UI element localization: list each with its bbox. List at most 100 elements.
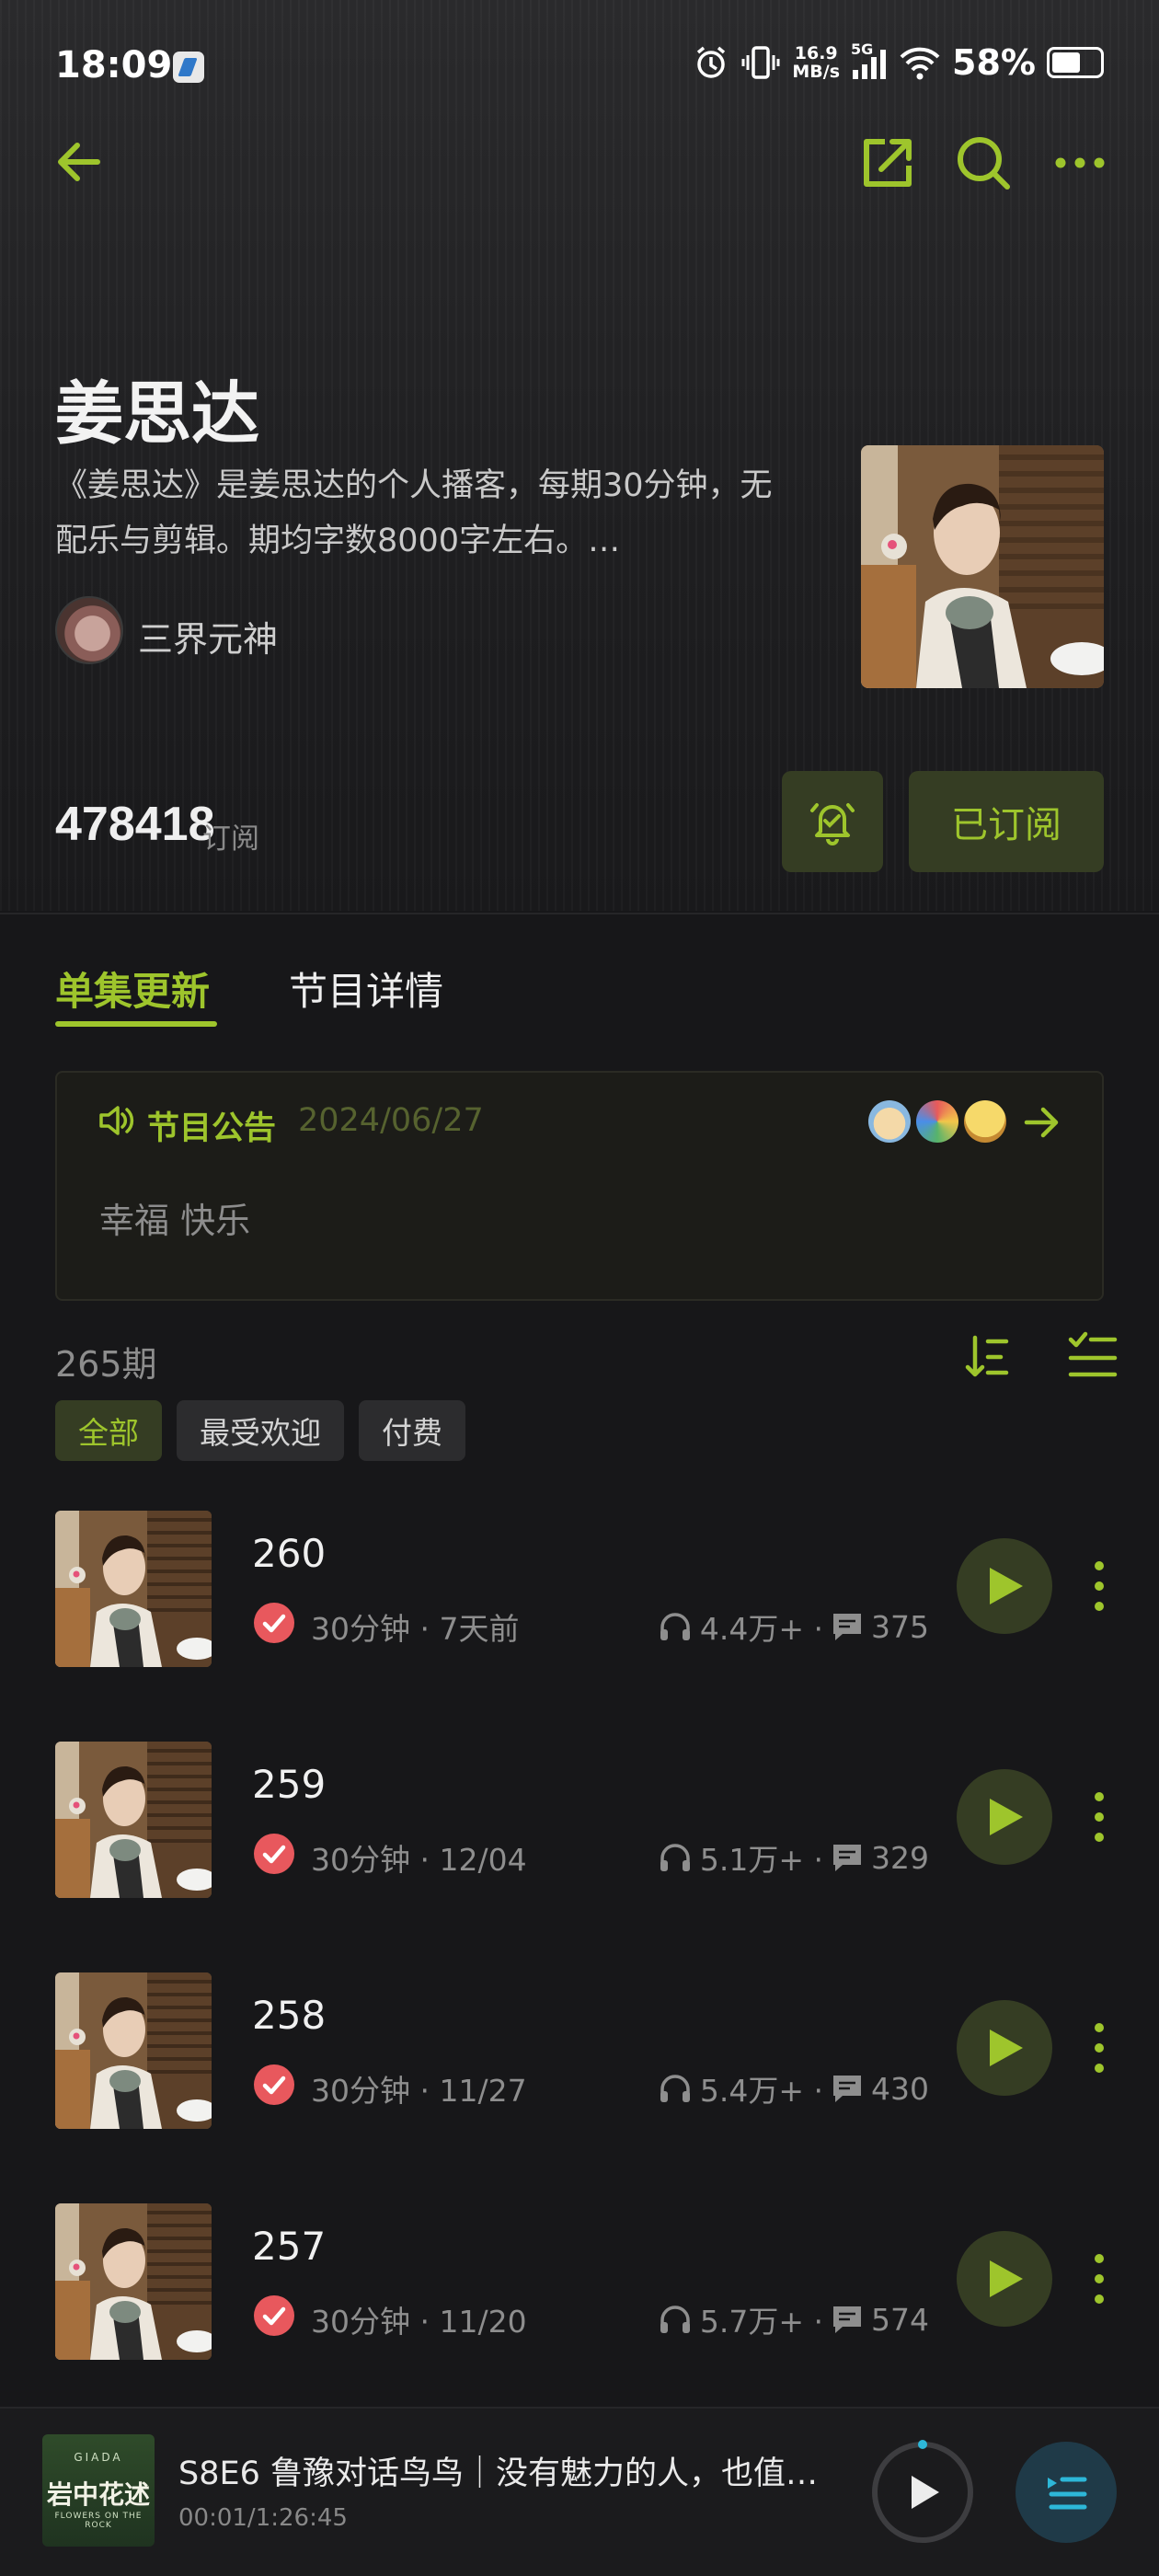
episode-row[interactable]: 259 30分钟 · 12/04 5.1万+ · 329	[0, 1742, 1159, 1972]
back-arrow-icon[interactable]	[53, 136, 105, 188]
episode-thumbnail	[55, 1972, 212, 2129]
more-vertical-icon	[1095, 1561, 1104, 1611]
wifi-icon	[900, 47, 940, 80]
episode-row[interactable]: 257 30分钟 · 11/20 5.7万+ · 574	[0, 2203, 1159, 2433]
episode-meta: 30分钟 · 11/20	[311, 2304, 527, 2340]
episode-row[interactable]: 260 30分钟 · 7天前 4.4万+ · 375	[0, 1511, 1159, 1741]
search-icon[interactable]	[953, 132, 1014, 193]
announcement-date: 2024/06/27	[298, 1102, 484, 1139]
episode-more-button[interactable]	[1085, 1789, 1113, 1845]
announcement-label: 节目公告	[147, 1110, 277, 1147]
thumbs-up-emoji-icon	[868, 1100, 911, 1143]
played-check-icon	[254, 1603, 294, 1643]
playlist-button[interactable]	[1016, 2442, 1117, 2543]
episode-stats: 5.4万+ · 430	[658, 2066, 929, 2110]
comment-icon	[833, 2076, 861, 2102]
tab-details[interactable]: 节目详情	[289, 960, 443, 1017]
episode-stats: 5.7万+ · 574	[658, 2297, 929, 2341]
speaker-icon	[99, 1106, 134, 1135]
played-check-icon	[254, 2064, 294, 2105]
comment-icon	[833, 2306, 861, 2333]
episode-row[interactable]: 258 30分钟 · 11/27 5.4万+ · 430	[0, 1972, 1159, 2202]
episode-thumbnail	[55, 1742, 212, 1898]
podcast-description[interactable]: 《姜思达》是姜思达的个人播客，每期30分钟，无 配乐与剪辑。期均字数8000字左…	[55, 458, 846, 569]
announcement-text: 幸福 快乐	[99, 1201, 251, 1241]
bell-icon	[810, 803, 855, 845]
comment-count: 430	[871, 2070, 929, 2107]
episode-play-button[interactable]	[957, 1769, 1052, 1865]
multi-select-icon[interactable]	[1067, 1330, 1119, 1380]
episode-play-button[interactable]	[957, 2000, 1052, 2096]
subscriber-label: 订阅	[202, 822, 259, 856]
more-icon[interactable]	[1054, 155, 1106, 171]
filter-all[interactable]: 全部	[55, 1400, 162, 1461]
episode-stats: 4.4万+ · 375	[658, 1604, 929, 1649]
status-time: 18:09	[55, 44, 173, 86]
arrow-right-icon[interactable]	[1023, 1104, 1061, 1141]
party-popper-emoji-icon	[916, 1100, 958, 1143]
notification-bell-button[interactable]	[782, 771, 883, 872]
comment-count: 375	[871, 1608, 929, 1645]
headphones-icon	[660, 2075, 690, 2102]
filter-paid[interactable]: 付费	[359, 1400, 465, 1461]
author-avatar[interactable]	[55, 596, 123, 664]
mini-player-play-button[interactable]	[872, 2442, 973, 2543]
play-icon	[990, 2260, 1023, 2297]
play-icon	[912, 2476, 939, 2509]
subscribed-button[interactable]: 已订阅	[909, 771, 1104, 872]
episode-play-button[interactable]	[957, 2231, 1052, 2327]
play-count: 5.4万+ ·	[699, 2073, 823, 2109]
played-check-icon	[254, 2295, 294, 2336]
play-count: 5.7万+ ·	[699, 2304, 823, 2340]
battery-icon	[1047, 47, 1104, 78]
now-playing-artwork: GIADA 岩中花述 FLOWERS ON THE ROCK	[42, 2434, 155, 2547]
episode-title: 260	[252, 1531, 327, 1576]
episode-count: 265期	[55, 1344, 157, 1385]
tab-indicator	[55, 1021, 217, 1027]
episode-more-button[interactable]	[1085, 2020, 1113, 2076]
description-line: 配乐与剪辑。期均字数8000字左右。…	[55, 523, 621, 559]
tab-episodes[interactable]: 单集更新	[55, 960, 210, 1017]
more-vertical-icon	[1095, 2023, 1104, 2073]
episode-thumbnail	[55, 2203, 212, 2360]
episode-stats: 5.1万+ · 329	[658, 1835, 929, 1880]
author-name[interactable]: 三界元神	[138, 611, 278, 661]
episode-meta: 30分钟 · 11/27	[311, 2073, 527, 2109]
net-speed: 16.9 MB/s	[792, 43, 841, 82]
headphones-icon	[660, 1844, 690, 1871]
comment-icon	[833, 1845, 861, 1871]
play-icon	[990, 1799, 1023, 1835]
episode-meta: 30分钟 · 7天前	[311, 1611, 520, 1647]
episode-play-button[interactable]	[957, 1538, 1052, 1634]
play-icon	[990, 1568, 1023, 1604]
episode-thumbnail	[55, 1511, 212, 1667]
episode-title: 259	[252, 1762, 327, 1807]
episode-title: 257	[252, 2224, 327, 2269]
episode-more-button[interactable]	[1085, 1558, 1113, 1614]
headphones-icon	[660, 1613, 690, 1640]
episode-more-button[interactable]	[1085, 2251, 1113, 2306]
battery-percent: 58%	[952, 42, 1036, 83]
signal-icon: 5G	[851, 40, 888, 81]
status-icons: 16.9 MB/s 5G 58%	[693, 40, 1104, 83]
sort-icon[interactable]	[964, 1332, 1010, 1382]
more-vertical-icon	[1095, 1792, 1104, 1842]
headphones-icon	[660, 2306, 690, 2333]
filter-popular[interactable]: 最受欢迎	[177, 1400, 344, 1461]
now-playing-title[interactable]: S8E6 鲁豫对话鸟鸟｜没有魅力的人，也值…	[178, 2447, 837, 2494]
play-count: 4.4万+ ·	[699, 1611, 823, 1647]
vibrate-icon	[741, 46, 780, 79]
comment-icon	[833, 1614, 861, 1640]
divider	[0, 913, 1159, 914]
now-playing-time: 00:01/1:26:45	[178, 2504, 348, 2532]
progress-indicator	[918, 2440, 927, 2449]
played-check-icon	[254, 1834, 294, 1874]
more-vertical-icon	[1095, 2254, 1104, 2304]
episode-meta: 30分钟 · 12/04	[311, 1842, 527, 1878]
alarm-icon	[697, 46, 726, 78]
comment-count: 329	[871, 1839, 929, 1876]
description-line: 《姜思达》是姜思达的个人播客，每期30分钟，无	[55, 467, 773, 504]
comment-count: 574	[871, 2301, 929, 2338]
episode-title: 258	[252, 1993, 327, 2038]
share-icon[interactable]	[859, 134, 916, 191]
